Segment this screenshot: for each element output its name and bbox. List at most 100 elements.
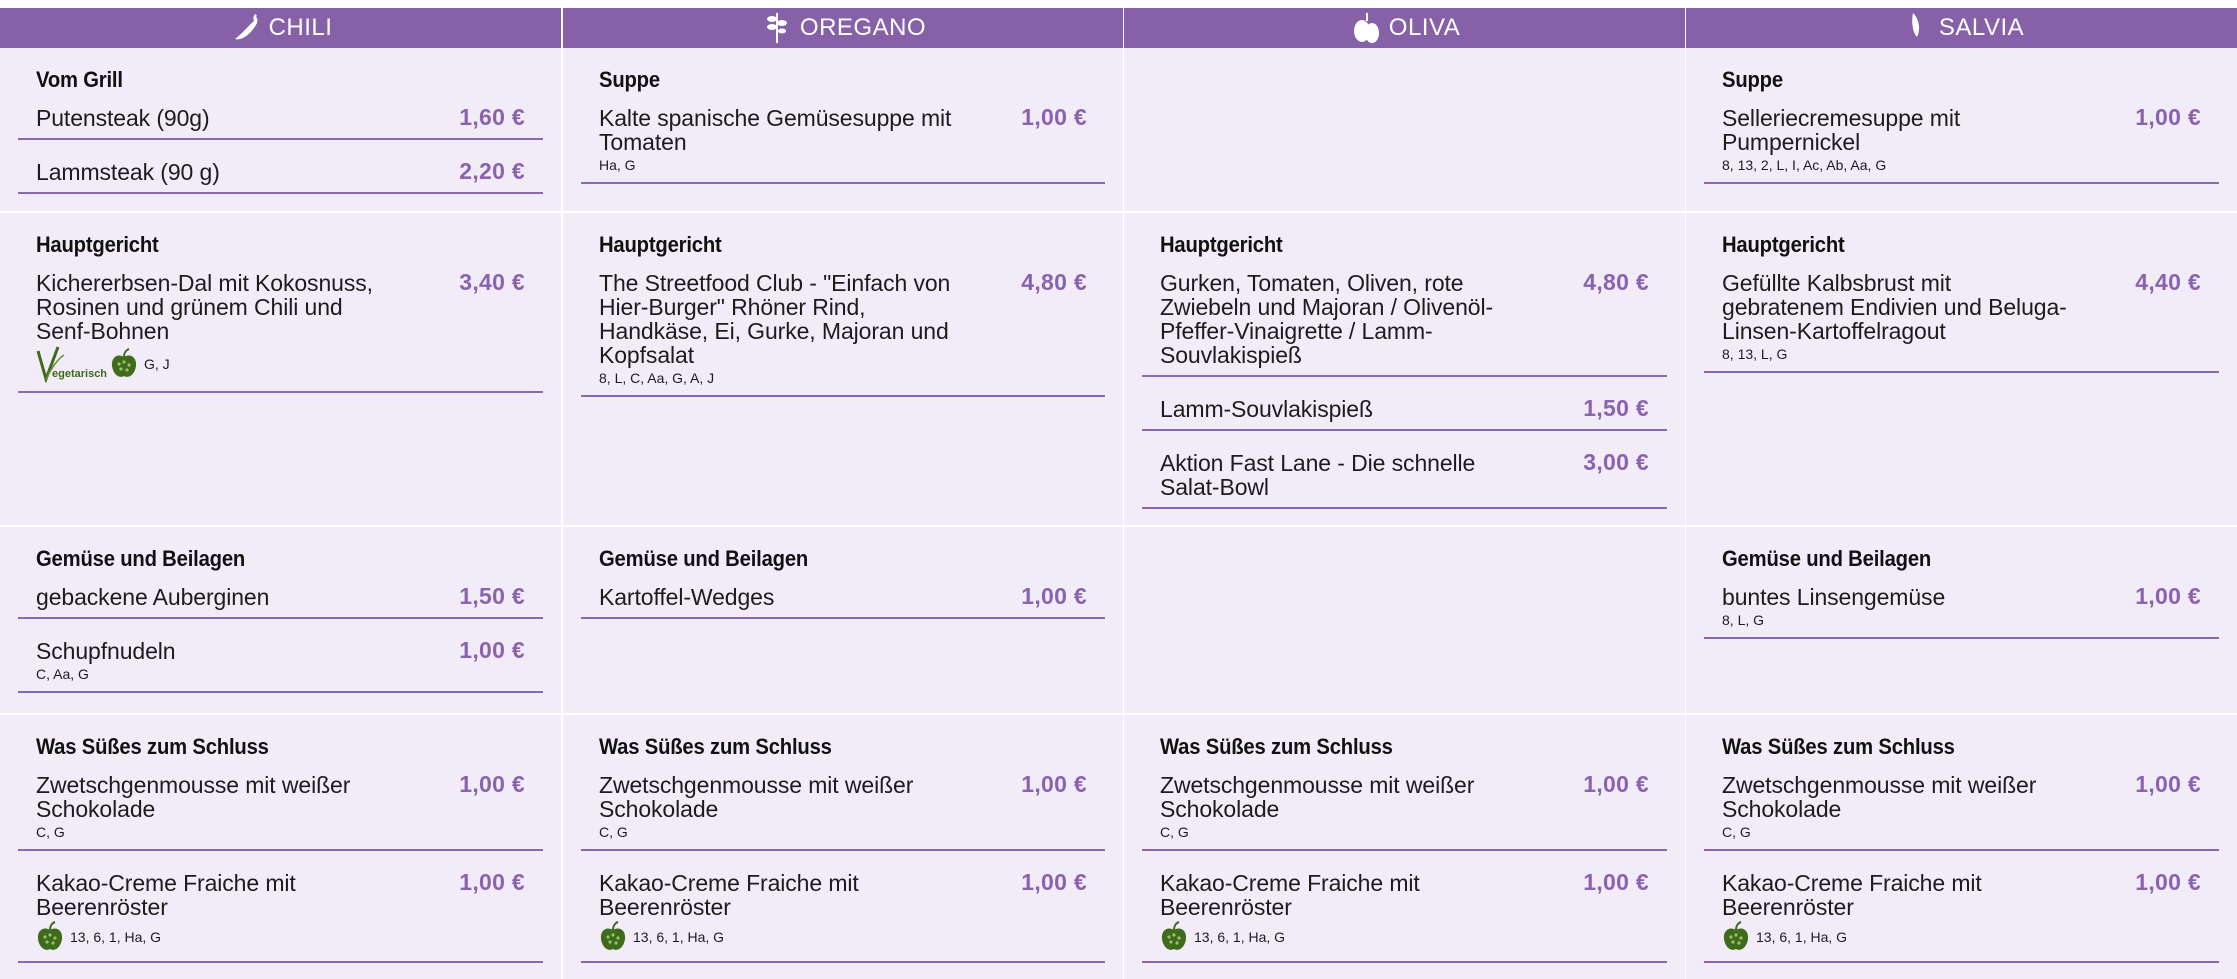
menu-cell: Was Süßes zum Schluss Zwetschgenmousse mi… xyxy=(563,715,1123,979)
category-heading: Suppe xyxy=(1722,67,1783,92)
column-title: SALVIA xyxy=(1938,14,2025,41)
dish-price: 1,00 € xyxy=(459,771,525,797)
menu-item: Lammsteak (90 g) 2,20 € xyxy=(18,154,543,194)
menu-item: Putensteak (90g) 1,60 € xyxy=(18,100,543,140)
allergen-line: 8, L, G xyxy=(1722,611,2219,629)
allergen-codes: G, J xyxy=(144,356,170,372)
menu-cell: Was Süßes zum Schluss Zwetschgenmousse mi… xyxy=(1124,715,1685,979)
menu-item: The Streetfood Club - "Einfach von Hier-… xyxy=(581,265,1105,397)
dish-price: 1,00 € xyxy=(1021,104,1087,130)
menu-cell: Suppe Selleriecremesuppe mit Pumpernickel… xyxy=(1686,48,2237,211)
allergen-line: 13, 6, 1, Ha, G xyxy=(1160,921,1667,953)
category-heading: Suppe xyxy=(599,67,660,92)
apple-badge-icon xyxy=(36,921,64,953)
menu-item: Selleriecremesuppe mit Pumpernickel 1,00 … xyxy=(1704,100,2219,184)
menu-item: Aktion Fast Lane - Die schnelle Salat-Bo… xyxy=(1142,445,1667,509)
category-heading: Gemüse und Beilagen xyxy=(1722,546,1932,571)
allergen-codes: 13, 6, 1, Ha, G xyxy=(70,929,162,945)
menu-item: Kakao-Creme Fraiche mit Beerenröster 1,00… xyxy=(1704,865,2219,963)
menu-item: Zwetschgenmousse mit weißer Schokolade 1,… xyxy=(1704,767,2219,851)
allergen-codes: 8, 13, L, G xyxy=(1722,346,1788,362)
dish-price: 1,00 € xyxy=(2135,869,2201,895)
allergen-codes: 13, 6, 1, Ha, G xyxy=(633,929,725,945)
menu-item: Lamm-Souvlakispieß 1,50 € xyxy=(1142,391,1667,431)
allergen-line: C, Aa, G xyxy=(36,665,543,683)
allergen-line: 13, 6, 1, Ha, G xyxy=(1722,921,2219,953)
allergen-line: Ha, G xyxy=(599,156,1105,174)
vegetarian-badge-icon: egetarisch xyxy=(36,345,108,383)
menu-item: buntes Linsengemüse 1,00 €8, L, G xyxy=(1704,579,2219,639)
menu-item: Kalte spanische Gemüsesuppe mit Tomaten 1… xyxy=(581,100,1105,184)
dish-price: 1,00 € xyxy=(1583,869,1649,895)
menu-cell: Hauptgericht Kichererbsen-Dal mit Kokosnu… xyxy=(0,213,561,525)
dish-price: 1,00 € xyxy=(1583,771,1649,797)
allergen-line: 13, 6, 1, Ha, G xyxy=(599,921,1105,953)
menu-item: Zwetschgenmousse mit weißer Schokolade 1,… xyxy=(1142,767,1667,851)
dish-price: 1,50 € xyxy=(1583,395,1649,421)
allergen-line: 8, 13, L, G xyxy=(1722,345,2219,363)
dish-price: 1,00 € xyxy=(1021,583,1087,609)
apple-badge-icon xyxy=(110,348,138,380)
allergen-codes: C, G xyxy=(599,824,628,840)
allergen-codes: 13, 6, 1, Ha, G xyxy=(1194,929,1286,945)
allergen-codes: Ha, G xyxy=(599,157,636,173)
menu-board: CHILI OREGANO OLIVA SALVIA Vom Grill Putenst… xyxy=(0,0,2237,979)
menu-item: Gefüllte Kalbsbrust mit gebratenem Endiv… xyxy=(1704,265,2219,373)
olive-icon xyxy=(1349,11,1383,45)
svg-text:egetarisch: egetarisch xyxy=(52,368,107,380)
menu-cell: Gemüse und Beilagen gebackene Auberginen 1… xyxy=(0,527,561,713)
menu-cell: Hauptgericht Gefüllte Kalbsbrust mit gebr… xyxy=(1686,213,2237,525)
menu-item: Kartoffel-Wedges 1,00 € xyxy=(581,579,1105,619)
allergen-codes: 8, 13, 2, L, I, Ac, Ab, Aa, G xyxy=(1722,157,1887,173)
dish-price: 1,00 € xyxy=(2135,583,2201,609)
allergen-line: C, G xyxy=(1160,823,1667,841)
menu-cell: Hauptgericht Gurken, Tomaten, Oliven, rot… xyxy=(1124,213,1685,525)
menu-cell: Was Süßes zum Schluss Zwetschgenmousse mi… xyxy=(0,715,561,979)
apple-badge-icon xyxy=(1160,921,1188,953)
dish-price: 2,20 € xyxy=(459,158,525,184)
dish-price: 3,00 € xyxy=(1583,449,1649,475)
menu-cell: Hauptgericht The Streetfood Club - "Einfa… xyxy=(563,213,1123,525)
column-header-salvia: SALVIA xyxy=(1686,8,2237,48)
allergen-codes: C, Aa, G xyxy=(36,666,89,682)
menu-item: Gurken, Tomaten, Oliven, rote Zwiebeln u… xyxy=(1142,265,1667,377)
dish-price: 3,40 € xyxy=(459,269,525,295)
allergen-line: egetarisch G, J xyxy=(36,345,543,383)
menu-cell xyxy=(1124,527,1685,713)
column-title: OREGANO xyxy=(799,14,927,41)
column-header-oliva: OLIVA xyxy=(1124,8,1685,48)
dish-price: 4,80 € xyxy=(1021,269,1087,295)
category-heading: Was Süßes zum Schluss xyxy=(1722,734,1955,759)
allergen-line: 8, 13, 2, L, I, Ac, Ab, Aa, G xyxy=(1722,156,2219,174)
allergen-line: C, G xyxy=(36,823,543,841)
menu-cell: Gemüse und Beilagen Kartoffel-Wedges 1,00 … xyxy=(563,527,1123,713)
dish-price: 1,00 € xyxy=(459,637,525,663)
allergen-line: C, G xyxy=(599,823,1105,841)
category-heading: Vom Grill xyxy=(36,67,123,92)
allergen-line: C, G xyxy=(1722,823,2219,841)
column-title: OLIVA xyxy=(1388,14,1461,41)
menu-item: Kakao-Creme Fraiche mit Beerenröster 1,00… xyxy=(18,865,543,963)
dish-price: 4,80 € xyxy=(1583,269,1649,295)
category-heading: Was Süßes zum Schluss xyxy=(599,734,832,759)
category-heading: Gemüse und Beilagen xyxy=(36,546,246,571)
allergen-codes: C, G xyxy=(1722,824,1751,840)
menu-item: Kakao-Creme Fraiche mit Beerenröster 1,00… xyxy=(581,865,1105,963)
dish-price: 1,00 € xyxy=(2135,104,2201,130)
allergen-line: 13, 6, 1, Ha, G xyxy=(36,921,543,953)
category-heading: Hauptgericht xyxy=(1722,232,1845,257)
allergen-codes: 8, L, C, Aa, G, A, J xyxy=(599,370,715,386)
menu-item: gebackene Auberginen 1,50 € xyxy=(18,579,543,619)
menu-cell: Suppe Kalte spanische Gemüsesuppe mit Tom… xyxy=(563,48,1123,211)
dish-price: 1,00 € xyxy=(459,869,525,895)
dish-price: 1,00 € xyxy=(1021,771,1087,797)
menu-cell: Vom Grill Putensteak (90g) 1,60 € Lammsteak… xyxy=(0,48,561,211)
dish-price: 4,40 € xyxy=(2135,269,2201,295)
dish-price: 1,50 € xyxy=(459,583,525,609)
category-heading: Hauptgericht xyxy=(599,232,722,257)
category-heading: Hauptgericht xyxy=(36,232,159,257)
column-header-chili: CHILI xyxy=(0,8,561,48)
menu-cell: Gemüse und Beilagen buntes Linsengemüse 1,… xyxy=(1686,527,2237,713)
column-title: CHILI xyxy=(268,14,333,41)
category-heading: Was Süßes zum Schluss xyxy=(1160,734,1393,759)
